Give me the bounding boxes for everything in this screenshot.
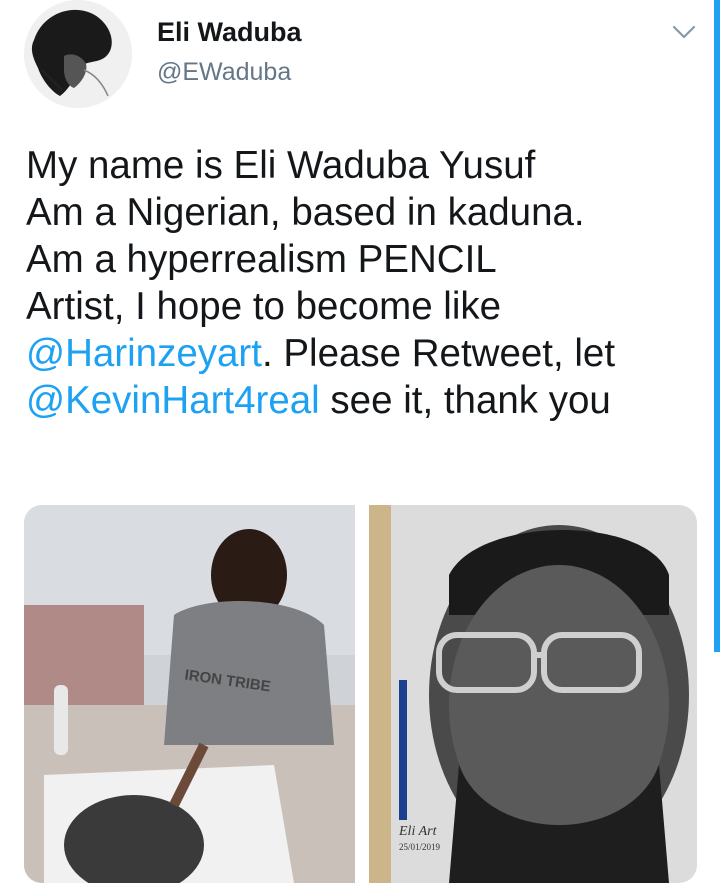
scroll-indicator[interactable] [714,0,720,652]
avatar-portrait-image [24,0,132,108]
tweet-line: My name is Eli Waduba Yusuf [26,144,536,187]
author-display-name[interactable]: Eli Waduba [157,14,302,50]
signature-date: 25/01/2019 [399,842,441,852]
author-handle[interactable]: @EWaduba [157,56,302,88]
mention-link[interactable]: @Harinzeyart [26,332,262,375]
pencil-portrait-photo[interactable]: Eli Art 25/01/2019 [369,505,697,883]
tweet-line: Am a hyperrealism PENCIL [26,238,497,281]
tweet-text: My name is Eli Waduba Yusuf Am a Nigeria… [26,142,706,424]
artist-photo[interactable]: IRON TRIBE [24,505,355,883]
signature: Eli Art [398,824,438,839]
chevron-down-icon[interactable] [672,24,696,40]
mention-link[interactable]: @KevinHart4real [26,379,320,422]
avatar[interactable] [24,0,132,108]
tweet-line: Artist, I hope to become like [26,285,502,328]
tweet-line: see it, thank you [319,379,611,422]
tweet-media: IRON TRIBE Eli Art 25/01/2019 [24,505,697,883]
tweet-line: . Please Retweet, let [261,332,616,375]
tweet-line: Am a Nigerian, based in kaduna. [26,191,585,234]
